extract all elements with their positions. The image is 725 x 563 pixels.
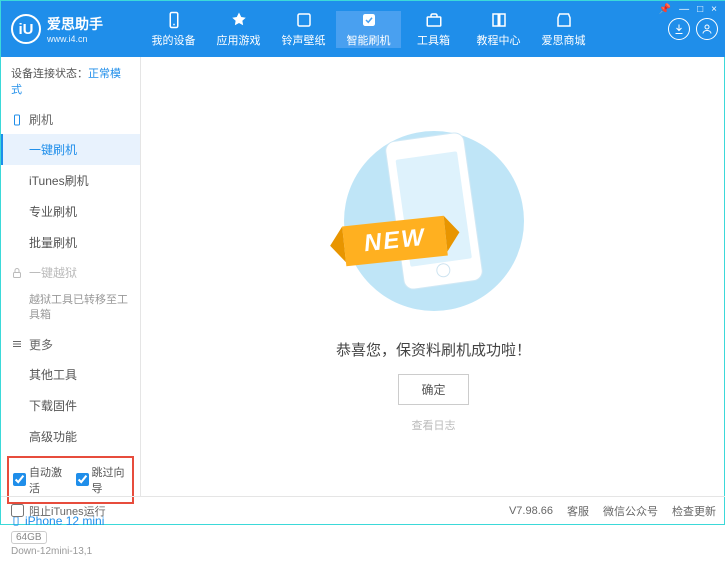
- sidebar-item-itunes-flash[interactable]: iTunes刷机: [1, 165, 140, 196]
- sidebar: 设备连接状态：正常模式 刷机 一键刷机 iTunes刷机 专业刷机 批量刷机 一…: [1, 57, 141, 496]
- app-name: 爱思助手: [47, 14, 103, 34]
- sidebar-group-more[interactable]: 更多: [1, 330, 140, 359]
- maximize-icon[interactable]: □: [697, 4, 703, 15]
- window-controls: 📌 — □ ×: [659, 4, 717, 15]
- user-icon: [701, 23, 713, 35]
- ok-button[interactable]: 确定: [398, 374, 468, 405]
- success-illustration: NEW: [334, 121, 534, 321]
- download-button[interactable]: [668, 18, 690, 40]
- support-link[interactable]: 客服: [567, 503, 589, 519]
- pin-icon[interactable]: 📌: [659, 4, 671, 15]
- jailbreak-note: 越狱工具已转移至工具箱: [1, 287, 140, 330]
- nav-label: 教程中心: [477, 32, 521, 48]
- check-skip-wizard-input[interactable]: [76, 473, 89, 486]
- nav-flash[interactable]: 智能刷机: [336, 11, 401, 48]
- book-icon: [490, 11, 508, 29]
- menu-icon: [11, 338, 23, 350]
- nav-tutorials[interactable]: 教程中心: [466, 11, 531, 48]
- check-auto-activate[interactable]: 自动激活: [13, 464, 66, 496]
- check-label: 自动激活: [29, 464, 66, 496]
- version-label: V7.98.66: [509, 505, 553, 517]
- close-icon[interactable]: ×: [711, 4, 717, 15]
- nav-my-device[interactable]: 我的设备: [141, 11, 206, 48]
- check-auto-activate-input[interactable]: [13, 473, 26, 486]
- minimize-icon[interactable]: —: [679, 4, 689, 15]
- sidebar-item-advanced[interactable]: 高级功能: [1, 421, 140, 452]
- group-label: 刷机: [29, 111, 53, 128]
- statusbar: 阻止iTunes运行 V7.98.66 客服 微信公众号 检查更新: [1, 496, 725, 524]
- sidebar-group-jailbreak: 一键越狱: [1, 258, 140, 287]
- app-url: www.i4.cn: [47, 34, 103, 44]
- logo-icon: iU: [11, 14, 41, 44]
- nav-store[interactable]: 爱思商城: [531, 11, 596, 48]
- wallpaper-icon: [295, 11, 313, 29]
- check-update-link[interactable]: 检查更新: [672, 503, 716, 519]
- wechat-link[interactable]: 微信公众号: [603, 503, 658, 519]
- toolbox-icon: [425, 11, 443, 29]
- group-label: 一键越狱: [29, 264, 77, 281]
- titlebar: iU 爱思助手 www.i4.cn 我的设备 应用游戏 铃声壁纸 智能刷机 工具…: [1, 1, 725, 57]
- nav-toolbox[interactable]: 工具箱: [401, 11, 466, 48]
- device-storage: 64GB: [11, 531, 47, 544]
- view-log-link[interactable]: 查看日志: [412, 417, 456, 433]
- sidebar-item-oneclick-flash[interactable]: 一键刷机: [1, 134, 140, 165]
- block-itunes-checkbox[interactable]: [11, 504, 24, 517]
- main-content: NEW 恭喜您，保资料刷机成功啦！ 确定 查看日志: [141, 57, 725, 496]
- sidebar-item-other-tools[interactable]: 其他工具: [1, 359, 140, 390]
- nav-label: 应用游戏: [217, 32, 261, 48]
- main-nav: 我的设备 应用游戏 铃声壁纸 智能刷机 工具箱 教程中心 爱思商城: [141, 11, 668, 48]
- conn-label: 设备连接状态：: [11, 68, 88, 80]
- nav-label: 爱思商城: [542, 32, 586, 48]
- nav-label: 智能刷机: [347, 32, 391, 48]
- store-icon: [555, 11, 573, 29]
- nav-label: 铃声壁纸: [282, 32, 326, 48]
- nav-label: 工具箱: [417, 32, 450, 48]
- nav-ringtones[interactable]: 铃声壁纸: [271, 11, 336, 48]
- block-itunes-label: 阻止iTunes运行: [29, 503, 106, 519]
- sidebar-item-download-firmware[interactable]: 下载固件: [1, 390, 140, 421]
- apps-icon: [230, 11, 248, 29]
- check-skip-wizard[interactable]: 跳过向导: [76, 464, 129, 496]
- download-icon: [673, 23, 685, 35]
- logo: iU 爱思助手 www.i4.cn: [1, 14, 141, 44]
- nav-apps[interactable]: 应用游戏: [206, 11, 271, 48]
- phone-icon: [165, 11, 183, 29]
- flash-icon: [360, 11, 378, 29]
- success-message: 恭喜您，保资料刷机成功啦！: [336, 339, 531, 360]
- lock-icon: [11, 267, 23, 279]
- check-label: 跳过向导: [92, 464, 129, 496]
- sidebar-group-flash[interactable]: 刷机: [1, 105, 140, 134]
- sidebar-item-batch-flash[interactable]: 批量刷机: [1, 227, 140, 258]
- phone-small-icon: [11, 114, 23, 126]
- device-model: Down-12mini-13,1: [11, 546, 130, 557]
- sidebar-item-pro-flash[interactable]: 专业刷机: [1, 196, 140, 227]
- nav-label: 我的设备: [152, 32, 196, 48]
- connection-status: 设备连接状态：正常模式: [1, 57, 140, 105]
- group-label: 更多: [29, 336, 53, 353]
- user-button[interactable]: [696, 18, 718, 40]
